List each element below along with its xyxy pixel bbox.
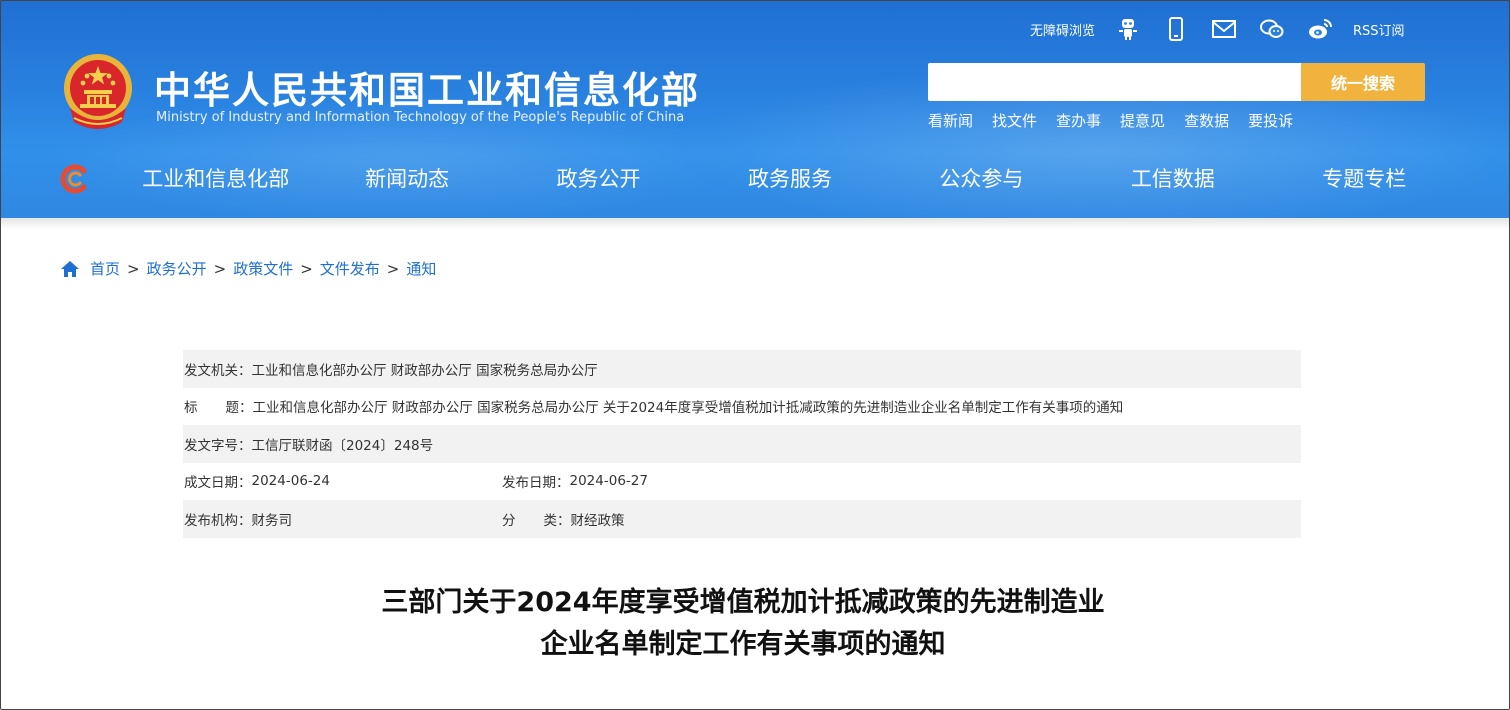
meta-cell-category: 分 类： 财经政策 xyxy=(502,509,625,529)
quick-link-data[interactable]: 查数据 xyxy=(1184,110,1229,131)
meta-row-issuer: 发文机关： 工业和信息化部办公厅 财政部办公厅 国家税务总局办公厅 xyxy=(183,350,1301,388)
breadcrumb-government-affairs[interactable]: 政务公开 xyxy=(147,258,207,279)
site-title-en: Ministry of Industry and Information Tec… xyxy=(156,110,685,125)
nav-item-services[interactable]: 政务服务 xyxy=(694,158,885,200)
meta-value-issuer: 工业和信息化部办公厅 财政部办公厅 国家税务总局办公厅 xyxy=(251,362,598,379)
document-meta-table: 发文机关： 工业和信息化部办公厅 财政部办公厅 国家税务总局办公厅 标 题： 工… xyxy=(183,350,1301,538)
meta-value-doc-number: 工信厅联财函〔2024〕248号 xyxy=(251,437,434,454)
breadcrumb-document-release[interactable]: 文件发布 xyxy=(320,258,380,279)
breadcrumb-home[interactable]: 首页 xyxy=(90,258,120,279)
meta-value-title: 工业和信息化部办公厅 财政部办公厅 国家税务总局办公厅 关于2024年度享受增值… xyxy=(252,400,1124,417)
accessibility-link[interactable]: 无障碍浏览 xyxy=(1030,20,1095,39)
quick-link-documents[interactable]: 找文件 xyxy=(992,110,1037,131)
meta-label-category-b: 类： xyxy=(543,512,571,529)
nav-item-data[interactable]: 工信数据 xyxy=(1077,158,1268,200)
site-title-cn: 中华人民共和国工业和信息化部 xyxy=(154,69,700,112)
meta-label-org: 发布机构： xyxy=(184,512,252,529)
search-button[interactable]: 统一搜索 xyxy=(1301,63,1425,101)
meta-label-doc-number: 发文字号： xyxy=(184,437,252,454)
meta-value-created: 2024-06-24 xyxy=(251,473,330,490)
meta-cell-published: 发布日期： 2024-06-27 xyxy=(502,471,648,491)
nav-item-ministry[interactable]: 工业和信息化部 xyxy=(120,158,311,200)
utility-bar: 无障碍浏览 RSS订阅 xyxy=(1030,12,1405,46)
site-header: 中华人民共和国工业和信息化部 Ministry of Industry and … xyxy=(0,0,1510,218)
breadcrumb-separator: > xyxy=(300,259,313,278)
header-shadow xyxy=(0,218,1510,230)
meta-cell-org: 发布机构： 财务司 xyxy=(184,509,502,529)
quick-links: 看新闻 找文件 查办事 提意见 查数据 要投诉 xyxy=(928,110,1293,131)
nav-item-topics[interactable]: 专题专栏 xyxy=(1269,158,1460,200)
national-emblem-icon xyxy=(64,54,132,129)
quick-link-complaint[interactable]: 要投诉 xyxy=(1248,110,1293,131)
meta-label-title-a: 标 xyxy=(184,400,198,417)
meta-value-published: 2024-06-27 xyxy=(569,473,648,490)
breadcrumb: 首页 > 政务公开 > 政策文件 > 文件发布 > 通知 xyxy=(60,258,436,279)
meta-row-org-category: 发布机构： 财务司 分 类： 财经政策 xyxy=(183,500,1301,538)
meta-value-category: 财经政策 xyxy=(570,512,625,529)
robot-assistant-icon[interactable] xyxy=(1113,14,1143,44)
rss-link[interactable]: RSS订阅 xyxy=(1353,20,1405,39)
breadcrumb-separator: > xyxy=(213,259,227,278)
document-title: 三部门关于2024年度享受增值税加计抵减政策的先进制造业 企业名单制定工作有关事… xyxy=(0,582,1486,666)
meta-row-dates: 成文日期： 2024-06-24 发布日期： 2024-06-27 xyxy=(183,463,1301,501)
nav-item-government-affairs[interactable]: 政务公开 xyxy=(503,158,694,200)
ministry-logo-icon[interactable] xyxy=(58,163,90,195)
meta-label-created: 成文日期： xyxy=(184,475,252,492)
document-title-line-1: 三部门关于2024年度享受增值税加计抵减政策的先进制造业 xyxy=(381,587,1105,618)
mail-icon[interactable] xyxy=(1209,14,1239,44)
breadcrumb-notice[interactable]: 通知 xyxy=(406,258,436,279)
search-input[interactable] xyxy=(928,63,1302,101)
nav-item-public-participation[interactable]: 公众参与 xyxy=(886,158,1077,200)
meta-cell-created: 成文日期： 2024-06-24 xyxy=(184,471,502,491)
meta-label-category-a: 分 xyxy=(502,512,516,529)
document-title-line-2: 企业名单制定工作有关事项的通知 xyxy=(540,629,946,660)
nav-item-news[interactable]: 新闻动态 xyxy=(311,158,502,200)
main-nav: 工业和信息化部 新闻动态 政务公开 政务服务 公众参与 工信数据 专题专栏 xyxy=(120,158,1460,200)
breadcrumb-policy-documents[interactable]: 政策文件 xyxy=(233,258,293,279)
quick-link-services[interactable]: 查办事 xyxy=(1056,110,1101,131)
meta-label-issuer: 发文机关： xyxy=(184,362,252,379)
meta-row-doc-number: 发文字号： 工信厅联财函〔2024〕248号 xyxy=(183,425,1301,463)
meta-row-title: 标 题： 工业和信息化部办公厅 财政部办公厅 国家税务总局办公厅 关于2024年… xyxy=(183,388,1301,426)
quick-link-news[interactable]: 看新闻 xyxy=(928,110,973,131)
mobile-icon[interactable] xyxy=(1161,14,1191,44)
meta-label-title-b: 题： xyxy=(225,400,253,417)
quick-link-feedback[interactable]: 提意见 xyxy=(1120,110,1165,131)
breadcrumb-separator: > xyxy=(127,259,140,278)
breadcrumb-separator: > xyxy=(386,259,400,278)
wechat-icon[interactable] xyxy=(1257,14,1287,44)
meta-value-org: 财务司 xyxy=(251,512,293,529)
weibo-icon[interactable] xyxy=(1305,14,1335,44)
meta-label-published: 发布日期： xyxy=(502,475,570,492)
home-icon[interactable] xyxy=(60,259,80,279)
